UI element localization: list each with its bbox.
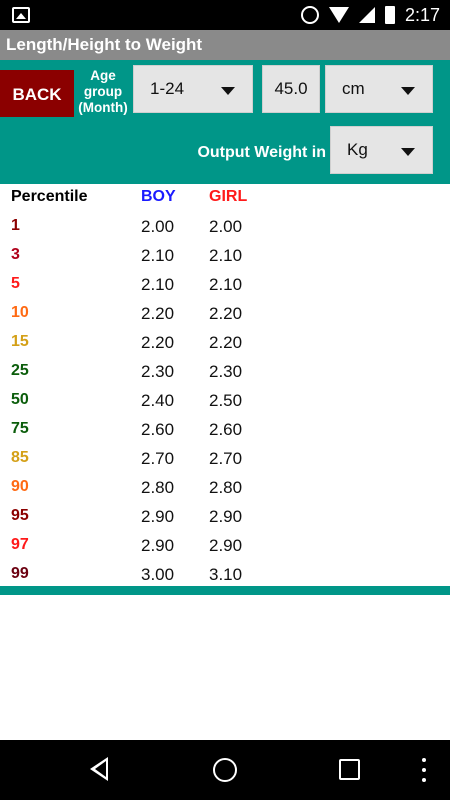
table-row: 25 2.30 2.30	[0, 358, 450, 387]
percentile-table: Percentile BOY GIRL 1 2.00 2.00 3 2.10 2.10 5 2…	[0, 184, 450, 590]
boy-weight-cell: 2.80	[141, 478, 175, 497]
percentile-cell: 95	[11, 507, 29, 524]
wifi-icon	[328, 7, 349, 23]
signal-icon	[358, 7, 375, 23]
table-row: 1 2.00 2.00	[0, 213, 450, 242]
status-time: 2:17	[404, 4, 440, 25]
age-label-line3: (Month)	[78, 100, 128, 115]
table-row: 3 2.10 2.10	[0, 242, 450, 271]
girl-weight-cell: 2.10	[209, 246, 243, 265]
output-weight-label: Output Weight in	[197, 144, 326, 161]
table-body: 1 2.00 2.00 3 2.10 2.10 5 2.10 2.10 10 2.20 2.20 15 2…	[0, 213, 450, 590]
unit-value: cm	[342, 79, 365, 98]
recents-icon[interactable]	[339, 759, 360, 780]
percentile-cell: 90	[11, 478, 29, 495]
girl-weight-cell: 2.80	[209, 478, 243, 497]
age-group-dropdown[interactable]: 1-24	[133, 65, 253, 113]
girl-weight-cell: 2.50	[209, 391, 243, 410]
battery-icon	[384, 6, 395, 24]
output-unit-dropdown[interactable]: Kg	[330, 126, 433, 174]
boy-weight-cell: 2.70	[141, 449, 175, 468]
percentile-cell: 15	[11, 333, 29, 350]
chevron-down-icon	[221, 87, 235, 95]
age-group-value: 1-24	[150, 79, 185, 98]
chevron-down-icon	[401, 87, 415, 95]
age-label-line1: Age	[90, 68, 116, 83]
header-percentile: Percentile	[11, 188, 88, 205]
image-icon	[12, 7, 30, 23]
alarm-icon	[300, 6, 319, 24]
back-button[interactable]: BACK	[0, 70, 74, 117]
boy-weight-cell: 2.20	[141, 333, 175, 352]
girl-weight-cell: 2.10	[209, 275, 243, 294]
percentile-cell: 97	[11, 536, 29, 553]
home-icon[interactable]	[213, 758, 237, 782]
header-girl: GIRL	[209, 188, 248, 205]
boy-weight-cell: 2.90	[141, 536, 175, 555]
girl-weight-cell: 3.10	[209, 565, 243, 584]
boy-weight-cell: 2.20	[141, 304, 175, 323]
age-group-label: Age group (Month)	[74, 68, 132, 116]
table-footer-bar	[0, 586, 450, 595]
navigation-bar	[0, 740, 450, 800]
output-unit-value: Kg	[347, 140, 368, 159]
girl-weight-cell: 2.90	[209, 536, 243, 555]
percentile-cell: 50	[11, 391, 29, 408]
chevron-down-icon	[401, 148, 415, 156]
boy-weight-cell: 2.30	[141, 362, 175, 381]
table-row: 50 2.40 2.50	[0, 387, 450, 416]
height-input[interactable]: 45.0	[262, 65, 320, 113]
table-row: 97 2.90 2.90	[0, 532, 450, 561]
boy-weight-cell: 2.40	[141, 391, 175, 410]
table-row: 85 2.70 2.70	[0, 445, 450, 474]
girl-weight-cell: 2.20	[209, 333, 243, 352]
unit-dropdown[interactable]: cm	[325, 65, 433, 113]
age-label-line2: group	[83, 84, 123, 99]
overflow-menu-icon[interactable]	[422, 758, 426, 782]
status-icons: 2:17	[300, 4, 440, 26]
app-title: Length/Height to Weight	[0, 30, 450, 60]
percentile-cell: 75	[11, 420, 29, 437]
boy-weight-cell: 2.60	[141, 420, 175, 439]
table-row: 75 2.60 2.60	[0, 416, 450, 445]
controls-panel: BACK Age group (Month) 1-24 45.0 cm Outp…	[0, 60, 450, 184]
status-bar: 2:17	[0, 0, 450, 30]
percentile-cell: 85	[11, 449, 29, 466]
percentile-cell: 10	[11, 304, 29, 321]
header-boy: BOY	[141, 188, 176, 205]
boy-weight-cell: 3.00	[141, 565, 175, 584]
table-row: 5 2.10 2.10	[0, 271, 450, 300]
table-row: 95 2.90 2.90	[0, 503, 450, 532]
percentile-cell: 3	[11, 246, 20, 263]
percentile-cell: 25	[11, 362, 29, 379]
girl-weight-cell: 2.90	[209, 507, 243, 526]
girl-weight-cell: 2.30	[209, 362, 243, 381]
boy-weight-cell: 2.10	[141, 275, 175, 294]
table-header: Percentile BOY GIRL	[0, 184, 450, 213]
table-row: 10 2.20 2.20	[0, 300, 450, 329]
table-row: 15 2.20 2.20	[0, 329, 450, 358]
boy-weight-cell: 2.00	[141, 217, 175, 236]
back-icon[interactable]	[90, 757, 108, 781]
table-row: 90 2.80 2.80	[0, 474, 450, 503]
boy-weight-cell: 2.90	[141, 507, 175, 526]
boy-weight-cell: 2.10	[141, 246, 175, 265]
percentile-cell: 5	[11, 275, 20, 292]
percentile-cell: 99	[11, 565, 29, 582]
girl-weight-cell: 2.00	[209, 217, 243, 236]
girl-weight-cell: 2.20	[209, 304, 243, 323]
girl-weight-cell: 2.60	[209, 420, 243, 439]
percentile-cell: 1	[11, 217, 20, 234]
girl-weight-cell: 2.70	[209, 449, 243, 468]
